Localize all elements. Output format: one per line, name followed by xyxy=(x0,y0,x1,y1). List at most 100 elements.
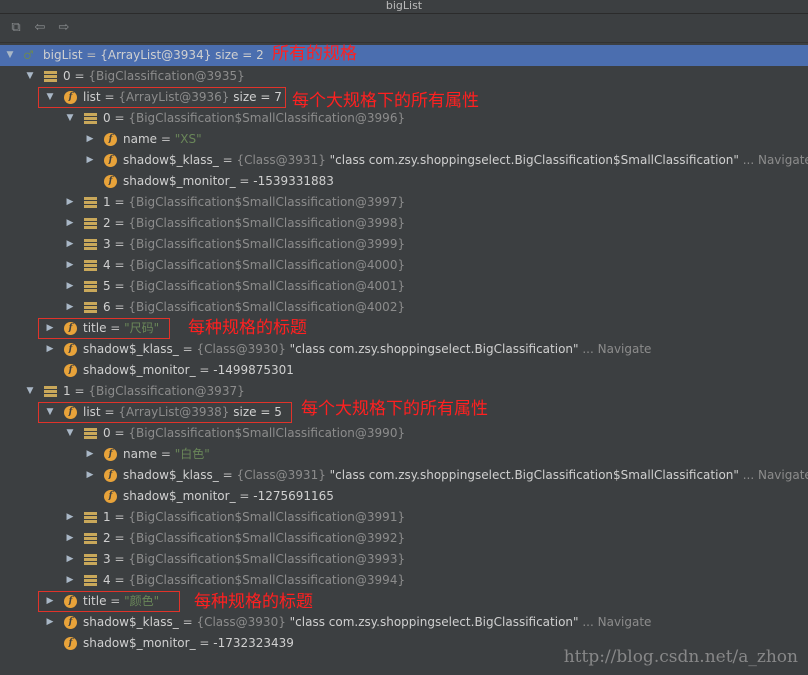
annotation-all-attrs-1: 每个大规格下的所有属性 xyxy=(292,91,479,111)
watermark: http://blog.csdn.net/a_zhon xyxy=(563,647,798,667)
row-text: 0 = {BigClassification$SmallClassificati… xyxy=(103,426,406,440)
navigate-link[interactable]: ... Navigate xyxy=(739,468,808,482)
tree-row[interactable]: ▶ f name = "白色" xyxy=(0,444,808,465)
row-text: 1 = {BigClassification$SmallClassificati… xyxy=(103,195,406,209)
row-text: shadow$_klass_ = {Class@3930} "class com… xyxy=(83,615,652,629)
row-text: shadow$_monitor_ = -1499875301 xyxy=(83,363,294,377)
expand-arrow-icon[interactable]: ▶ xyxy=(64,213,76,234)
forward-arrow-icon[interactable]: ⇨ xyxy=(56,20,72,36)
tree-row[interactable]: f shadow$_monitor_ = -1539331883 xyxy=(0,171,808,192)
list-element-icon xyxy=(44,385,57,398)
row-text: 0 = {BigClassification@3935} xyxy=(63,69,245,83)
field-icon: f xyxy=(64,616,77,629)
tree-row[interactable]: f shadow$_monitor_ = -1275691165 xyxy=(0,486,808,507)
field-icon: f xyxy=(64,343,77,356)
list-element-icon xyxy=(84,280,97,293)
expand-arrow-icon[interactable]: ▶ xyxy=(64,297,76,318)
list-element-icon xyxy=(84,532,97,545)
row-text: 2 = {BigClassification$SmallClassificati… xyxy=(103,531,406,545)
tree-row[interactable]: ▶ f shadow$_klass_ = {Class@3931} "class… xyxy=(0,465,808,486)
row-text: name = "白色" xyxy=(123,447,210,461)
row-text: 6 = {BigClassification$SmallClassificati… xyxy=(103,300,406,314)
row-text: 4 = {BigClassification$SmallClassificati… xyxy=(103,258,406,272)
collapse-arrow-icon[interactable]: ▼ xyxy=(64,423,76,444)
back-arrow-icon[interactable]: ⇦ xyxy=(32,20,48,36)
tree-row[interactable]: ▶ 5 = {BigClassification$SmallClassifica… xyxy=(0,276,808,297)
highlight-box-list-1 xyxy=(38,87,286,108)
field-icon: f xyxy=(104,154,117,167)
field-icon: f xyxy=(64,364,77,377)
list-element-icon xyxy=(84,427,97,440)
tree-row[interactable]: ▶ 3 = {BigClassification$SmallClassifica… xyxy=(0,549,808,570)
row-text: 2 = {BigClassification$SmallClassificati… xyxy=(103,216,406,230)
highlight-box-title-2 xyxy=(38,591,180,612)
tree-row[interactable]: ▶ 3 = {BigClassification$SmallClassifica… xyxy=(0,234,808,255)
row-text: 5 = {BigClassification$SmallClassificati… xyxy=(103,279,406,293)
watch-icon: ♂ xyxy=(23,48,34,62)
collapse-arrow-icon[interactable]: ▼ xyxy=(24,66,36,87)
expand-arrow-icon[interactable]: ▶ xyxy=(64,192,76,213)
list-element-icon xyxy=(84,301,97,314)
tree-row[interactable]: f shadow$_monitor_ = -1499875301 xyxy=(0,360,808,381)
expand-arrow-icon[interactable]: ▶ xyxy=(64,507,76,528)
expand-arrow-icon[interactable]: ▶ xyxy=(84,150,96,171)
expand-arrow-icon[interactable]: ▶ xyxy=(44,612,56,633)
expand-arrow-icon[interactable]: ▶ xyxy=(64,255,76,276)
highlight-box-list-2 xyxy=(38,402,292,423)
expand-arrow-icon[interactable]: ▶ xyxy=(64,528,76,549)
list-element-icon xyxy=(84,112,97,125)
row-text: shadow$_klass_ = {Class@3930} "class com… xyxy=(83,342,652,356)
tree-row[interactable]: ▶ 2 = {BigClassification$SmallClassifica… xyxy=(0,528,808,549)
row-text: shadow$_monitor_ = -1539331883 xyxy=(123,174,334,188)
tree-row[interactable]: ▶ f shadow$_klass_ = {Class@3930} "class… xyxy=(0,612,808,633)
navigate-link[interactable]: ... Navigate xyxy=(579,615,651,629)
row-text: 4 = {BigClassification$SmallClassificati… xyxy=(103,573,406,587)
navigate-link[interactable]: ... Navigate xyxy=(579,342,651,356)
row-text: shadow$_klass_ = {Class@3931} "class com… xyxy=(123,150,808,171)
list-element-icon xyxy=(84,259,97,272)
expand-arrow-icon[interactable]: ▶ xyxy=(64,234,76,255)
collapse-arrow-icon[interactable]: ▼ xyxy=(24,381,36,402)
collapse-arrow-icon[interactable]: ▼ xyxy=(64,108,76,129)
field-icon: f xyxy=(104,133,117,146)
tree-row[interactable]: ▶ 4 = {BigClassification$SmallClassifica… xyxy=(0,570,808,591)
tree-row[interactable]: ▼ 0 = {BigClassification@3935} xyxy=(0,66,808,87)
tree-row[interactable]: ▶ 4 = {BigClassification$SmallClassifica… xyxy=(0,255,808,276)
list-element-icon xyxy=(44,70,57,83)
tree-row[interactable]: ▶ 1 = {BigClassification$SmallClassifica… xyxy=(0,192,808,213)
tree-row[interactable]: ▶ 1 = {BigClassification$SmallClassifica… xyxy=(0,507,808,528)
row-text: 1 = {BigClassification@3937} xyxy=(63,384,245,398)
collapse-arrow-icon[interactable]: ▼ xyxy=(4,45,16,66)
row-text: 3 = {BigClassification$SmallClassificati… xyxy=(103,552,406,566)
navigate-link[interactable]: ... Navigate xyxy=(739,153,808,167)
tree-row[interactable]: ▶ f name = "XS" xyxy=(0,129,808,150)
highlight-box-title-1 xyxy=(38,318,170,339)
tree-row[interactable]: ▼ 0 = {BigClassification$SmallClassifica… xyxy=(0,423,808,444)
expand-arrow-icon[interactable]: ▶ xyxy=(84,444,96,465)
row-text: name = "XS" xyxy=(123,132,202,146)
expand-arrow-icon[interactable]: ▶ xyxy=(84,129,96,150)
tree-row[interactable]: ▶ f shadow$_klass_ = {Class@3931} "class… xyxy=(0,150,808,171)
expand-arrow-icon[interactable]: ▶ xyxy=(64,549,76,570)
variables-tree: ▼ ♂ bigList = {ArrayList@3934} size = 2 … xyxy=(0,44,808,675)
row-text: shadow$_klass_ = {Class@3931} "class com… xyxy=(123,465,808,486)
tree-row[interactable]: ▶ 6 = {BigClassification$SmallClassifica… xyxy=(0,297,808,318)
expand-arrow-icon[interactable]: ▶ xyxy=(64,570,76,591)
row-text: shadow$_monitor_ = -1275691165 xyxy=(123,489,334,503)
debug-toolbar: ⧉ ⇦ ⇨ xyxy=(0,14,808,43)
expand-arrow-icon[interactable]: ▶ xyxy=(44,339,56,360)
expand-arrow-icon[interactable]: ▶ xyxy=(64,276,76,297)
tree-row-biglist[interactable]: ▼ ♂ bigList = {ArrayList@3934} size = 2 xyxy=(0,45,808,66)
list-element-icon xyxy=(84,217,97,230)
tree-row[interactable]: ▶ 2 = {BigClassification$SmallClassifica… xyxy=(0,213,808,234)
field-icon: f xyxy=(104,469,117,482)
list-element-icon xyxy=(84,511,97,524)
annotation-all-attrs-2: 每个大规格下的所有属性 xyxy=(301,399,488,419)
expand-arrow-icon[interactable]: ▶ xyxy=(84,465,96,486)
list-element-icon xyxy=(84,196,97,209)
restore-layout-icon[interactable]: ⧉ xyxy=(8,20,24,36)
list-element-icon xyxy=(84,574,97,587)
tree-row[interactable]: ▶ f shadow$_klass_ = {Class@3930} "class… xyxy=(0,339,808,360)
row-text: bigList = {ArrayList@3934} size = 2 xyxy=(43,48,264,62)
row-text: 1 = {BigClassification$SmallClassificati… xyxy=(103,510,406,524)
